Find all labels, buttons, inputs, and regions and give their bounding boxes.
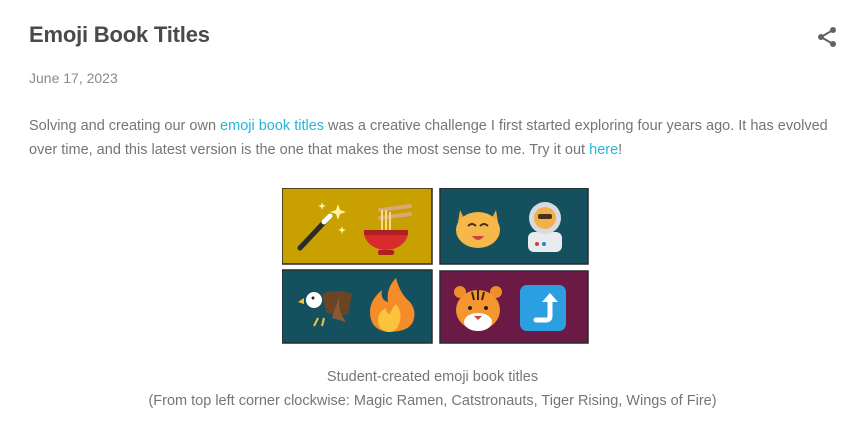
share-button[interactable]: [815, 25, 839, 49]
body-end: !: [618, 142, 623, 158]
figure-caption-line2: (From top left corner clockwise: Magic R…: [148, 393, 717, 409]
tile-magic-ramen: [281, 187, 433, 265]
figure-caption-line1: Student-created emoji book titles: [326, 369, 539, 385]
emoji-book-titles-link[interactable]: emoji book titles: [220, 118, 324, 134]
tile-catstronauts: [439, 187, 589, 265]
tile-tiger-rising: [439, 270, 589, 344]
post-body: Solving and creating our own emoji book …: [29, 114, 829, 162]
emoji-book-titles-image[interactable]: [281, 187, 590, 345]
astronaut-icon: [528, 202, 562, 252]
share-icon: [818, 27, 836, 47]
body-intro: Solving and creating our own: [29, 118, 221, 134]
post-title: Emoji Book Titles: [29, 22, 210, 47]
tile-wings-of-fire: [281, 269, 433, 344]
post-date: June 17, 2023: [29, 70, 118, 86]
cat-face-icon: [456, 210, 500, 248]
emoji-grid: [281, 187, 589, 344]
here-link[interactable]: here: [589, 142, 618, 158]
up-arrow-icon: [520, 285, 566, 331]
